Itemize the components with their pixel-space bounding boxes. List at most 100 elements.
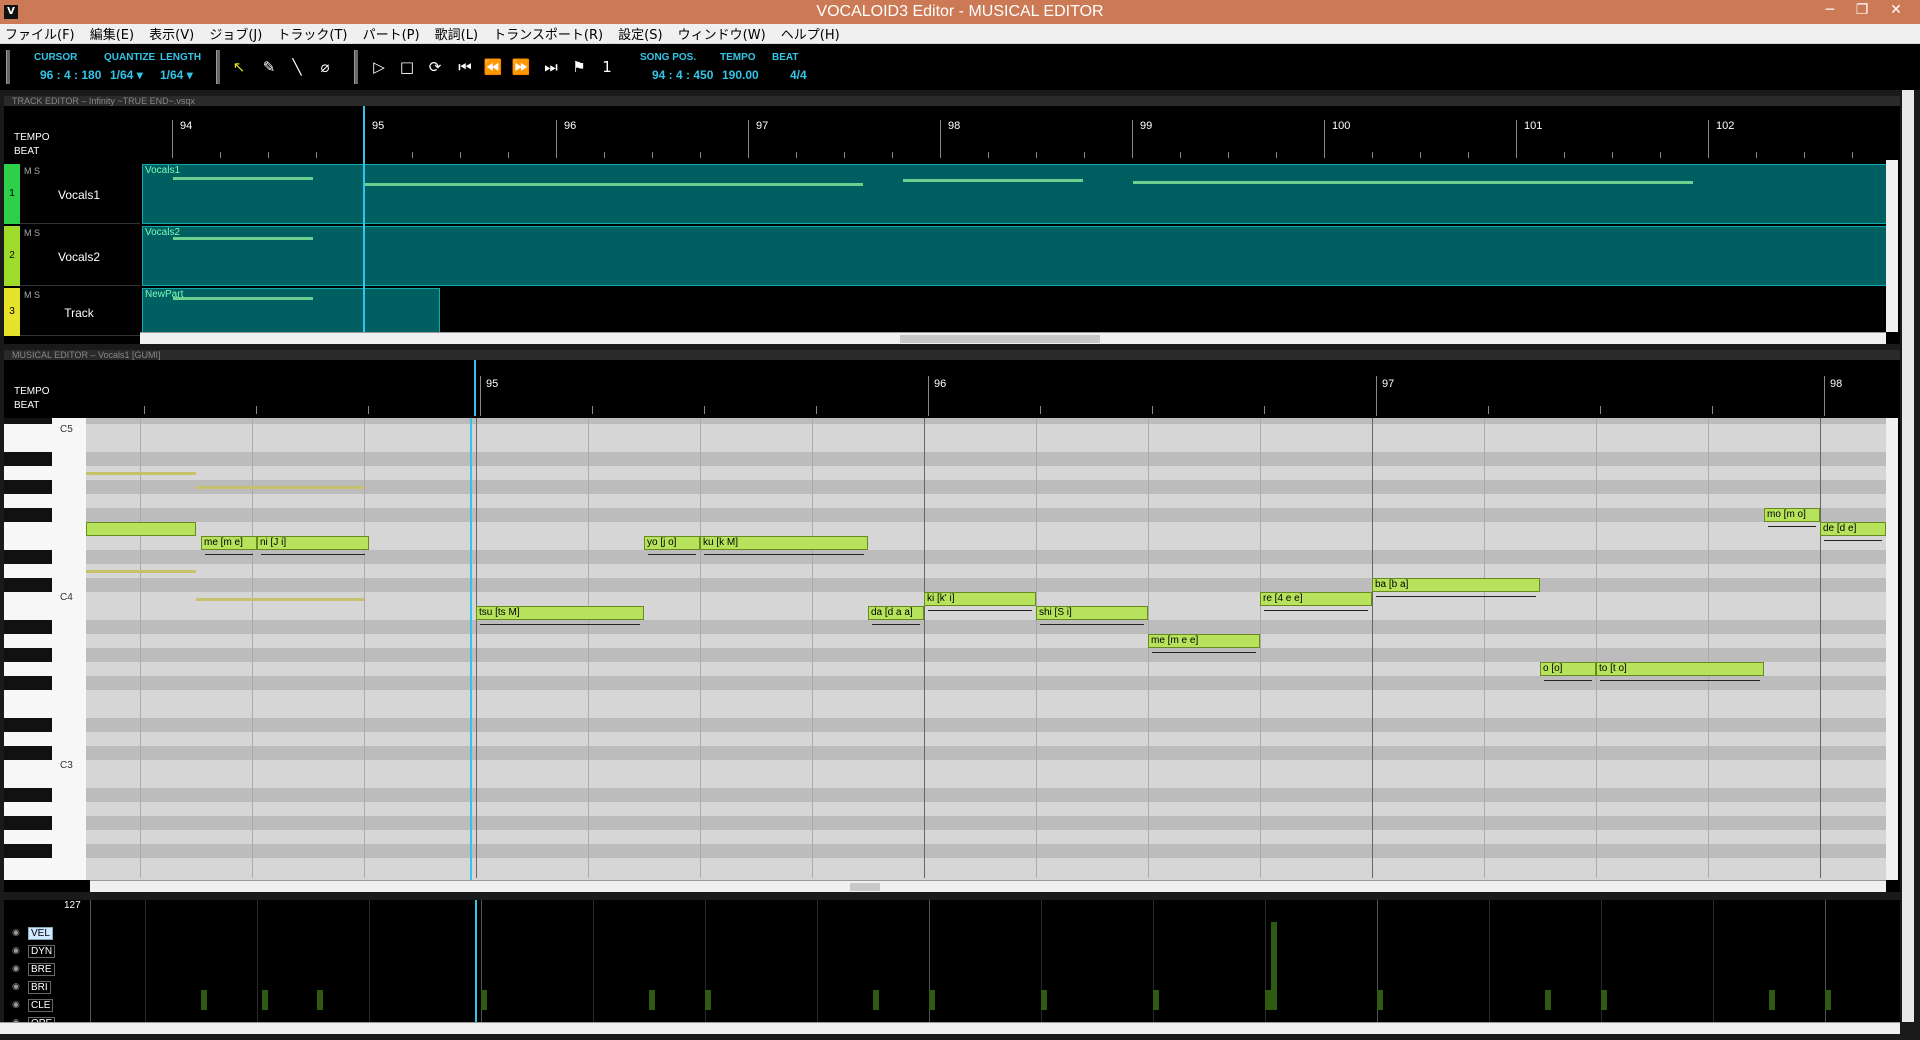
track-vertical-scrollbar[interactable] [1886,160,1898,332]
note-block[interactable]: shi [S i] [1036,606,1148,620]
eye-icon[interactable]: ◉ [12,963,20,974]
note-block[interactable] [86,522,196,536]
control-horizontal-scrollbar[interactable] [0,1022,1900,1034]
musical-vertical-scrollbar[interactable] [1886,418,1898,880]
main-vertical-scrollbar[interactable] [1902,90,1914,1022]
velocity-bar[interactable] [201,990,207,1010]
menu-lyrics[interactable]: 歌詞(L) [430,26,483,46]
note-block[interactable]: mo [m o] [1764,508,1820,522]
playhead[interactable] [470,418,472,880]
pitch-row[interactable] [86,648,1886,662]
piano-keyboard[interactable]: C5 C4 C3 [4,418,86,880]
track-header-3[interactable]: 3 M S Track [4,288,140,336]
line-tool-icon[interactable]: ╲ [286,56,308,78]
eraser-tool-icon[interactable]: ⌀ [314,56,336,78]
velocity-bar[interactable] [929,990,935,1010]
velocity-bar[interactable] [1545,990,1551,1010]
menu-track[interactable]: トラック(T) [272,26,352,46]
eye-icon[interactable]: ◉ [12,945,20,956]
black-key[interactable] [4,620,52,634]
length-select[interactable]: 1/64 ▾ [160,68,193,82]
note-block[interactable]: de [d e] [1820,522,1886,536]
musical-ruler[interactable]: 95 96 97 98 [90,360,1890,416]
scroll-thumb[interactable] [900,335,1100,343]
pitch-row[interactable] [86,494,1886,508]
note-block[interactable]: tsu [ts M] [476,606,644,620]
pitch-row[interactable] [86,718,1886,732]
black-key[interactable] [4,480,52,494]
restore-button[interactable]: ❐ [1846,0,1878,22]
start-marker-icon[interactable]: ⚑ [568,56,590,78]
pitch-row[interactable] [86,704,1886,718]
track-header-2[interactable]: 2 M S Vocals2 [4,226,140,286]
velocity-bar[interactable] [1377,990,1383,1010]
velocity-bar[interactable] [1601,990,1607,1010]
pitch-row[interactable] [86,522,1886,536]
control-tab-cle[interactable]: ◉ CLE [12,998,72,1014]
rewind-start-icon[interactable]: ⏮ [454,56,476,78]
black-key[interactable] [4,418,52,424]
pitch-row[interactable] [86,550,1886,564]
pitch-row[interactable] [86,438,1886,452]
pitch-row[interactable] [86,424,1886,438]
part-vocals2[interactable]: Vocals2 [142,226,1890,286]
velocity-bar[interactable] [262,990,268,1010]
note-block[interactable]: re [4 e e] [1260,592,1372,606]
eye-icon[interactable]: ◉ [12,981,20,992]
menu-transport[interactable]: トランスポート(R) [488,26,608,46]
eye-icon[interactable]: ◉ [12,999,20,1010]
control-graph[interactable] [90,900,1890,1022]
control-tab-bri[interactable]: ◉ BRI [12,980,72,996]
pitch-row[interactable] [86,578,1886,592]
mute-solo-buttons[interactable]: M S [24,228,40,238]
pitch-row[interactable] [86,732,1886,746]
velocity-bar[interactable] [1271,922,1277,1010]
part-newpart[interactable]: NewPart [142,288,440,336]
black-key[interactable] [4,844,52,858]
velocity-bar[interactable] [649,990,655,1010]
black-key[interactable] [4,816,52,830]
pitch-row[interactable] [86,676,1886,690]
stop-icon[interactable]: □ [396,56,418,78]
velocity-bar[interactable] [873,990,879,1010]
loop-icon[interactable]: ⟳ [424,56,446,78]
mute-solo-buttons[interactable]: M S [24,166,40,176]
velocity-bar[interactable] [1825,990,1831,1010]
tempo-value[interactable]: 190.00 [722,68,759,82]
pitch-row[interactable] [86,620,1886,634]
menu-settings[interactable]: 設定(S) [613,26,667,46]
track-header-1[interactable]: 1 M S Vocals1 [4,164,140,224]
note-block[interactable]: ba [b a] [1372,578,1540,592]
eye-icon[interactable]: ◉ [12,927,20,938]
black-key[interactable] [4,578,52,592]
note-block[interactable]: ku [k M] [700,536,868,550]
control-tab-bre[interactable]: ◉ BRE [12,962,72,978]
pitch-row[interactable] [86,844,1886,858]
pitch-row[interactable] [86,690,1886,704]
pitch-row[interactable] [86,452,1886,466]
pencil-tool-icon[interactable]: ✎ [258,56,280,78]
quantize-select[interactable]: 1/64 ▾ [110,68,143,82]
pitch-row[interactable] [86,788,1886,802]
black-key[interactable] [4,452,52,466]
end-marker-icon[interactable]: 1 [596,56,618,78]
menu-window[interactable]: ウィンドウ(W) [673,26,771,46]
velocity-bar[interactable] [1041,990,1047,1010]
musical-horizontal-scrollbar[interactable] [90,880,1886,892]
black-key[interactable] [4,648,52,662]
part-vocals1[interactable]: Vocals1 [142,164,1890,224]
note-block[interactable]: yo [j o] [644,536,700,550]
black-key[interactable] [4,550,52,564]
menu-file[interactable]: ファイル(F) [0,26,80,46]
playhead[interactable] [474,360,476,416]
velocity-bar[interactable] [1769,990,1775,1010]
velocity-bar[interactable] [481,990,487,1010]
black-key[interactable] [4,718,52,732]
pitch-row[interactable] [86,802,1886,816]
playhead[interactable] [363,106,365,338]
scroll-thumb[interactable] [850,883,880,891]
black-key[interactable] [4,508,52,522]
note-block[interactable]: o [o] [1540,662,1596,676]
pitch-row[interactable] [86,816,1886,830]
play-icon[interactable]: ▷ [368,56,390,78]
